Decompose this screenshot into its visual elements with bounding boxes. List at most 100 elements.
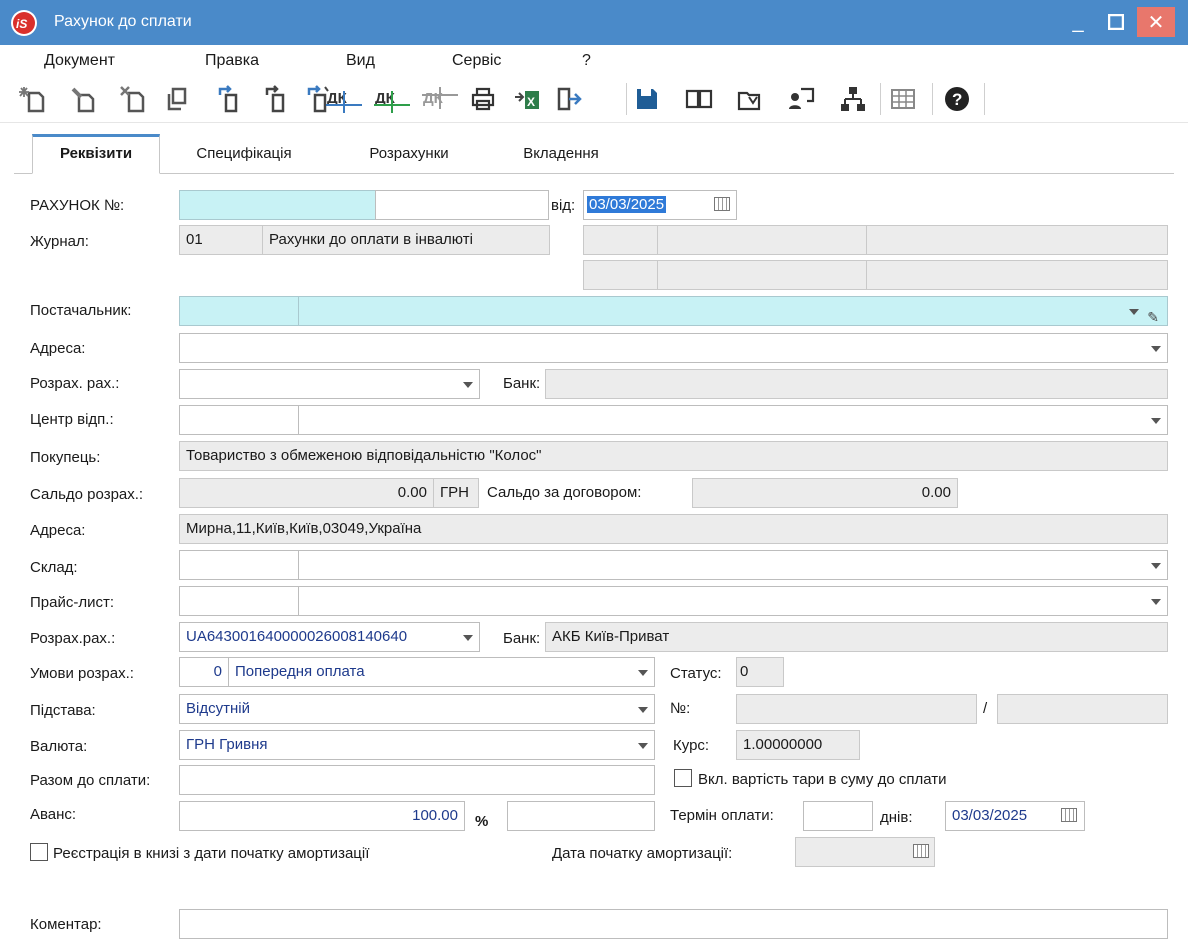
pricelist-label: Прайс-лист:	[30, 594, 115, 611]
tree-structure-icon[interactable]	[838, 83, 868, 115]
copy-doc-icon[interactable]	[162, 83, 192, 115]
svg-text:?: ?	[952, 90, 962, 109]
attach-icon[interactable]	[734, 83, 764, 115]
debit-credit-green-icon[interactable]: ДК	[372, 83, 412, 115]
maximize-icon	[1107, 13, 1125, 31]
contract-balance-label: Сальдо за договором:	[487, 484, 642, 501]
center-label: Центр відп.:	[30, 411, 114, 428]
invoice-no-label: РАХУНОК №:	[30, 197, 125, 214]
supplier-label: Постачальник:	[30, 302, 132, 319]
chevron-down-icon[interactable]	[638, 743, 648, 749]
help-icon[interactable]: ?	[942, 83, 972, 115]
doc-no-field	[736, 694, 977, 724]
comment-input[interactable]	[179, 909, 1168, 939]
print-icon[interactable]	[468, 83, 498, 115]
registration-checkbox[interactable]	[30, 843, 48, 861]
menu-edit[interactable]: Правка	[205, 52, 259, 70]
date-value: 03/03/2025	[587, 196, 667, 213]
close-button[interactable]: ✕	[1137, 7, 1175, 37]
balance-currency-field: ГРН	[433, 478, 479, 508]
days-label: днів:	[880, 809, 913, 826]
chevron-down-icon[interactable]	[463, 635, 473, 641]
center-code-input[interactable]	[179, 405, 299, 435]
tab-specification[interactable]: Специфікація	[174, 134, 314, 174]
tab-settlements[interactable]: Розрахунки	[344, 134, 474, 174]
excel-export-icon[interactable]: X	[512, 83, 542, 115]
copy-to-icon[interactable]	[262, 83, 292, 115]
buyer-address-label: Адреса:	[30, 522, 86, 539]
svg-text:X: X	[527, 95, 535, 109]
settlement-account2-select[interactable]: UA643001640000026008140640	[179, 622, 480, 652]
invoice-no-input[interactable]	[179, 190, 376, 220]
menu-view[interactable]: Вид	[346, 52, 375, 70]
tara-checkbox[interactable]	[674, 769, 692, 787]
settlement-account-label: Розрах. рах.:	[30, 375, 120, 392]
exit-icon[interactable]	[554, 83, 584, 115]
grid-icon[interactable]	[888, 83, 918, 115]
total-input[interactable]	[179, 765, 655, 795]
edit-doc-icon[interactable]	[68, 83, 98, 115]
debit-credit-gray-icon[interactable]: ДК	[420, 83, 460, 115]
settlement-account-select[interactable]	[179, 369, 480, 399]
invoice-no-suffix-input[interactable]	[375, 190, 549, 220]
maximize-button[interactable]	[1096, 6, 1136, 38]
basis-select[interactable]: Відсутній	[179, 694, 655, 724]
menu-service[interactable]: Сервіс	[452, 52, 501, 70]
menu-document[interactable]: Документ	[44, 52, 115, 70]
address-select[interactable]	[179, 333, 1168, 363]
svg-text:iS: iS	[16, 17, 27, 31]
calendar-icon[interactable]	[1061, 808, 1077, 822]
chevron-down-icon[interactable]	[1151, 599, 1161, 605]
address-label: Адреса:	[30, 340, 86, 357]
add-doc-icon[interactable]	[18, 83, 48, 115]
copy-with-icon[interactable]	[215, 83, 245, 115]
chevron-down-icon[interactable]	[1151, 346, 1161, 352]
basis-label: Підстава:	[30, 702, 96, 719]
doc-no-suffix-field	[997, 694, 1168, 724]
chevron-down-icon[interactable]	[638, 670, 648, 676]
calendar-icon[interactable]	[714, 197, 730, 211]
calendar-icon[interactable]	[913, 844, 929, 858]
payment-term-input[interactable]	[803, 801, 873, 831]
tab-attachments[interactable]: Вкладення	[500, 134, 622, 174]
ref-field	[866, 225, 1168, 255]
settlement-account2-label: Розрах.рах.:	[30, 630, 116, 647]
advance-percent-input[interactable]	[507, 801, 655, 831]
currency-value: ГРН Гривня	[186, 736, 268, 753]
supplier-name-select[interactable]: ✎	[298, 296, 1168, 326]
terms-select[interactable]: Попередня оплата	[228, 657, 655, 687]
menu-help[interactable]: ?	[582, 52, 591, 70]
pricelist-name-select[interactable]	[298, 586, 1168, 616]
buyer-field: Товариство з обмеженою відповідальністю …	[179, 441, 1168, 471]
terms-label: Умови розрах.:	[30, 665, 134, 682]
tab-requisites[interactable]: Реквізити	[32, 134, 160, 174]
warehouse-code-input[interactable]	[179, 550, 299, 580]
chevron-down-icon[interactable]	[463, 382, 473, 388]
save-icon[interactable]	[632, 83, 662, 115]
ref-field	[583, 225, 658, 255]
supplier-code-input[interactable]	[179, 296, 299, 326]
menu-bar: Документ Правка Вид Сервіс ?	[0, 45, 1188, 73]
minimize-button[interactable]: _	[1058, 6, 1098, 38]
slash-label: /	[983, 700, 988, 717]
terms-code-input[interactable]: 0	[179, 657, 229, 687]
advance-input[interactable]: 100.00	[179, 801, 465, 831]
journal-book-icon[interactable]	[684, 83, 714, 115]
terms-value: Попередня оплата	[235, 663, 365, 680]
chevron-down-icon[interactable]	[1151, 563, 1161, 569]
debit-credit-icon[interactable]: ДК	[324, 83, 364, 115]
pricelist-code-input[interactable]	[179, 586, 299, 616]
center-name-select[interactable]	[298, 405, 1168, 435]
currency-select[interactable]: ГРН Гривня	[179, 730, 655, 760]
ref-field	[657, 225, 867, 255]
rate-label: Курс:	[673, 737, 710, 754]
user-card-icon[interactable]	[786, 83, 816, 115]
chevron-down-icon[interactable]	[1129, 309, 1139, 315]
pencil-icon[interactable]: ✎	[1147, 303, 1159, 325]
advance-label: Аванс:	[30, 806, 77, 823]
delete-doc-icon[interactable]	[118, 83, 148, 115]
chevron-down-icon[interactable]	[638, 707, 648, 713]
chevron-down-icon[interactable]	[1151, 418, 1161, 424]
warehouse-name-select[interactable]	[298, 550, 1168, 580]
bank-label: Банк:	[503, 375, 541, 392]
